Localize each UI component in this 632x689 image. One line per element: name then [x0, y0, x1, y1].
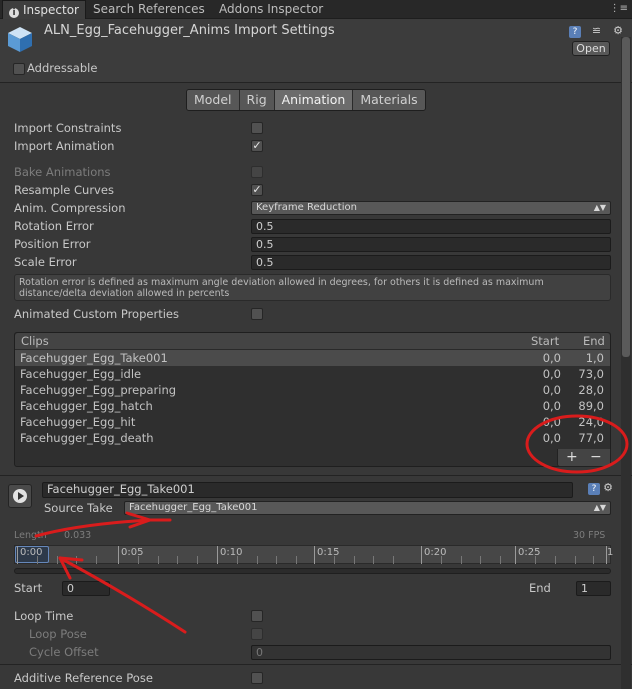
import-animation-label: Import Animation	[14, 139, 115, 153]
resample-curves-label: Resample Curves	[14, 183, 114, 197]
rotation-error-field[interactable]: 0.5	[251, 219, 611, 234]
addressable-label: Addressable	[27, 61, 98, 75]
anim-compression-label: Anim. Compression	[14, 201, 126, 215]
loop-pose-checkbox	[251, 628, 263, 640]
asset-header: ALN_Egg_Facehugger_Anims Import Settings…	[0, 19, 632, 83]
remove-clip-button[interactable]: −	[590, 449, 602, 465]
page-title: ALN_Egg_Facehugger_Anims Import Settings	[44, 23, 335, 38]
cycle-offset-field: 0	[251, 645, 611, 660]
tab-addons-inspector[interactable]: Addons Inspector	[213, 0, 329, 19]
clip-row[interactable]: Facehugger_Egg_preparing 0,0 28,0	[15, 382, 610, 398]
import-mode-tabs: Model Rig Animation Materials	[186, 89, 426, 111]
clip-row[interactable]: Facehugger_Egg_hatch 0,0 89,0	[15, 398, 610, 414]
loop-time-checkbox[interactable]	[251, 610, 263, 622]
fps-label: 30 FPS	[573, 530, 606, 541]
divider	[0, 475, 632, 476]
position-error-label: Position Error	[14, 237, 91, 251]
clips-list: Clips Start End Facehugger_Egg_Take001 0,…	[14, 332, 611, 467]
model-asset-icon	[8, 27, 32, 52]
resample-curves-checkbox[interactable]: ✓	[251, 184, 263, 196]
preset-icon[interactable]: ≌	[591, 25, 603, 37]
clip-row[interactable]: Facehugger_Egg_hit 0,0 24,0	[15, 414, 610, 430]
length-value: 0.033	[64, 530, 92, 541]
tab-search-references[interactable]: Search References	[87, 0, 211, 19]
end-label: End	[529, 581, 551, 595]
end-field[interactable]: 1	[576, 581, 611, 596]
clip-name-field[interactable]: Facehugger_Egg_Take001	[42, 482, 573, 498]
start-field[interactable]: 0	[62, 581, 110, 596]
bake-animations-label: Bake Animations	[14, 165, 111, 179]
divider	[0, 664, 632, 665]
start-label: Start	[14, 581, 43, 595]
open-button[interactable]: Open	[572, 41, 610, 56]
clip-row[interactable]: Facehugger_Egg_idle 0,0 73,0	[15, 366, 610, 382]
addressable-checkbox[interactable]	[13, 63, 25, 75]
window-menu-icon[interactable]: ⋮≡	[610, 3, 628, 14]
clips-header: Clips Start End	[15, 333, 610, 350]
animated-custom-properties-label: Animated Custom Properties	[14, 307, 179, 321]
loop-time-label: Loop Time	[14, 609, 74, 623]
add-clip-button[interactable]: +	[566, 449, 578, 465]
scrollbar-thumb[interactable]	[622, 37, 630, 357]
help-book-icon[interactable]: ?	[588, 483, 600, 495]
tab-model[interactable]: Model	[187, 90, 240, 110]
anim-compression-dropdown[interactable]: Keyframe Reduction ▲▼	[251, 201, 611, 215]
inspector-window: i Inspector Search References Addons Insp…	[0, 0, 632, 689]
position-error-field[interactable]: 0.5	[251, 237, 611, 252]
dropdown-arrow-icon: ▲▼	[593, 203, 606, 212]
annotation-arrow-1	[34, 518, 172, 538]
vertical-scrollbar[interactable]	[621, 37, 631, 689]
loop-pose-label: Loop Pose	[29, 627, 87, 641]
additive-reference-pose-label: Additive Reference Pose	[14, 671, 153, 685]
tab-rig[interactable]: Rig	[239, 90, 275, 110]
gear-icon[interactable]: ⚙	[602, 482, 614, 494]
clip-row[interactable]: Facehugger_Egg_death 0,0 77,0	[15, 430, 610, 446]
scale-error-field[interactable]: 0.5	[251, 255, 611, 270]
clip-add-remove: + −	[557, 449, 611, 467]
source-take-dropdown[interactable]: Facehugger_Egg_Take001 ▲▼	[124, 501, 611, 515]
help-box: Rotation error is defined as maximum ang…	[14, 274, 611, 301]
info-icon: i	[9, 8, 19, 18]
import-constraints-label: Import Constraints	[14, 121, 122, 135]
animated-custom-properties-checkbox[interactable]	[251, 308, 263, 320]
gear-icon[interactable]: ⚙	[612, 25, 624, 37]
clip-row[interactable]: Facehugger_Egg_Take001 0,0 1,0	[15, 350, 610, 366]
rotation-error-label: Rotation Error	[14, 219, 94, 233]
import-constraints-checkbox[interactable]	[251, 122, 263, 134]
length-label: Length	[14, 530, 47, 541]
play-preview-button[interactable]	[8, 484, 32, 508]
bake-animations-checkbox	[251, 166, 263, 178]
tab-inspector[interactable]: i Inspector	[2, 0, 86, 19]
tab-materials[interactable]: Materials	[353, 90, 425, 110]
dropdown-arrow-icon: ▲▼	[593, 503, 606, 512]
annotation-arrow-1-head	[125, 511, 152, 529]
scale-error-label: Scale Error	[14, 255, 77, 269]
timeline-ruler[interactable]: 0:00 0:05 0:10 0:15 0:20 0:25 1	[14, 545, 613, 564]
tab-bar: i Inspector Search References Addons Insp…	[0, 0, 632, 19]
source-take-label: Source Take	[44, 501, 113, 515]
timeline-scrollbar[interactable]	[14, 568, 611, 574]
cycle-offset-label: Cycle Offset	[29, 645, 99, 659]
additive-reference-pose-checkbox[interactable]	[251, 672, 263, 684]
import-animation-checkbox[interactable]: ✓	[251, 140, 263, 152]
tab-animation[interactable]: Animation	[274, 90, 354, 110]
help-book-icon[interactable]: ?	[569, 26, 581, 38]
